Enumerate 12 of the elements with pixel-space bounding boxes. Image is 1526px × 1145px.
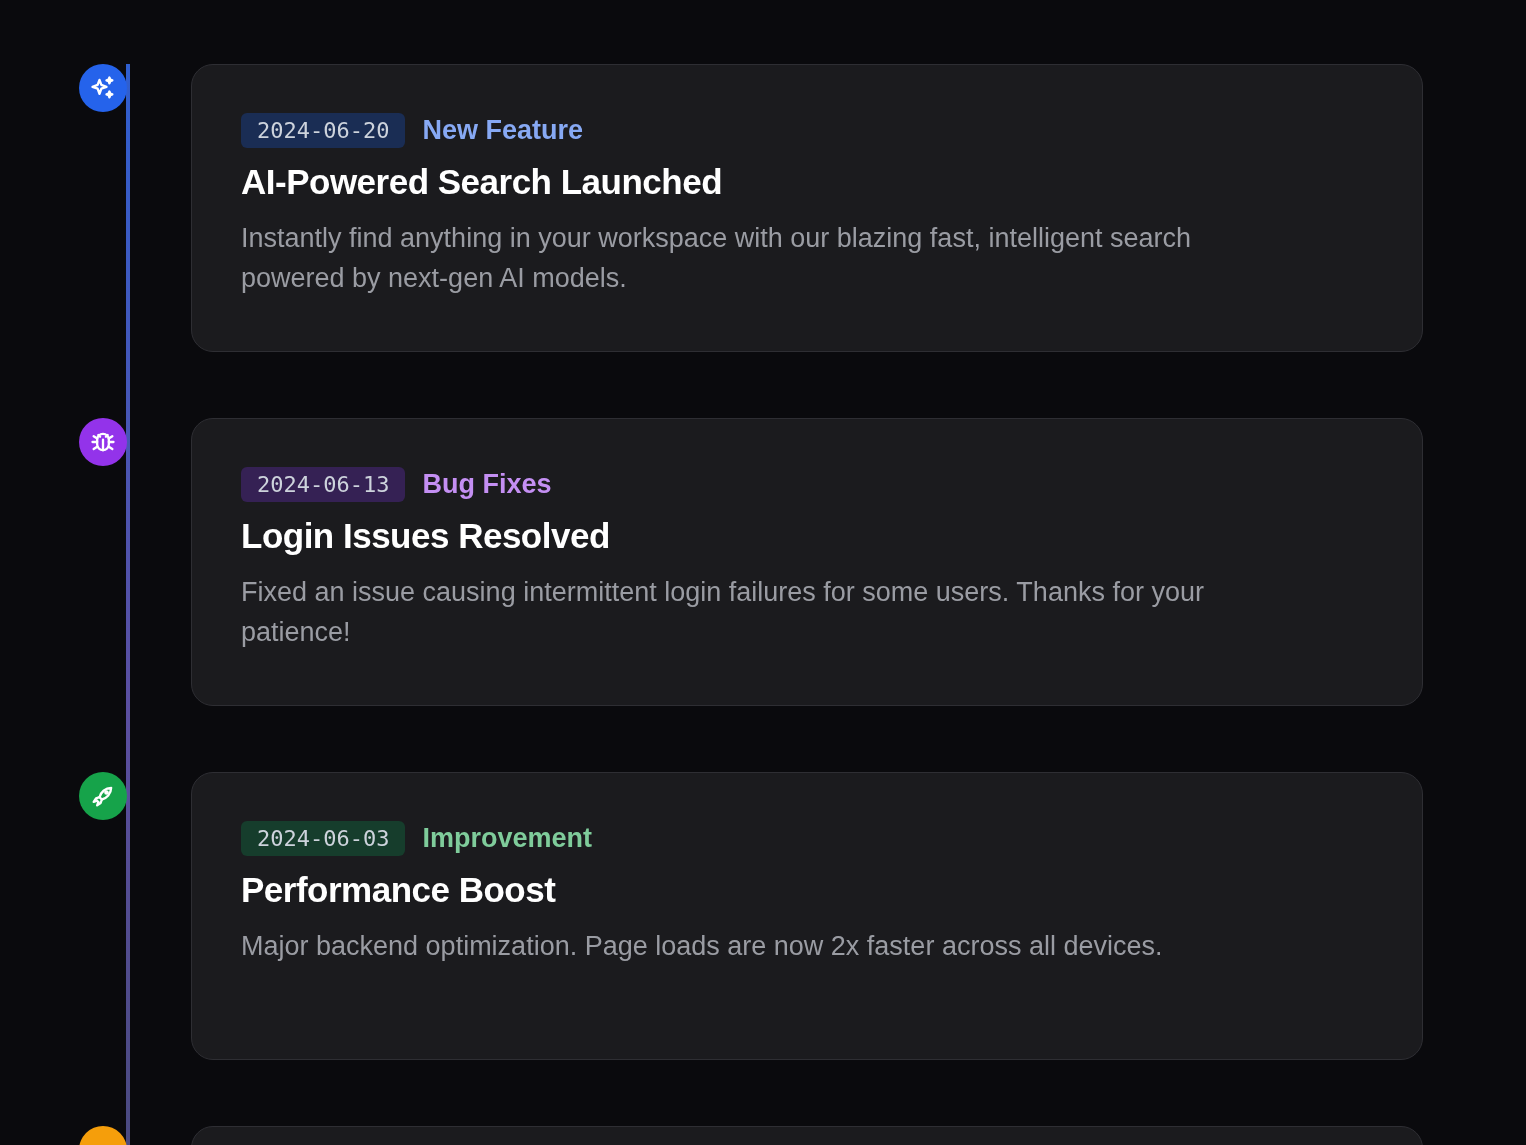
entry-description: Instantly find anything in your workspace with our blazing fast, intelligent search powered by next-gen AI models. [241, 222, 1192, 295]
entry-title: AI-Powered Search Launched [241, 162, 724, 202]
entry-title: Performance Boost [241, 870, 557, 910]
category-label: Improvement [422, 823, 592, 854]
category-label: Bug Fixes [422, 469, 552, 500]
category-label: New Feature [422, 115, 583, 146]
entry-description: Fixed an issue causing intermittent login failures for some users. Thanks for your patience! [241, 576, 1205, 649]
date-badge: 2024-06-03 [241, 821, 406, 856]
entry-description: Major backend optimization. Page loads are now 2x faster across all devices. [241, 930, 1164, 963]
entry-title: Login Issues Resolved [241, 516, 611, 556]
date-badge: 2024-06-13 [241, 467, 406, 502]
date-badge: 2024-06-20 [241, 113, 406, 148]
